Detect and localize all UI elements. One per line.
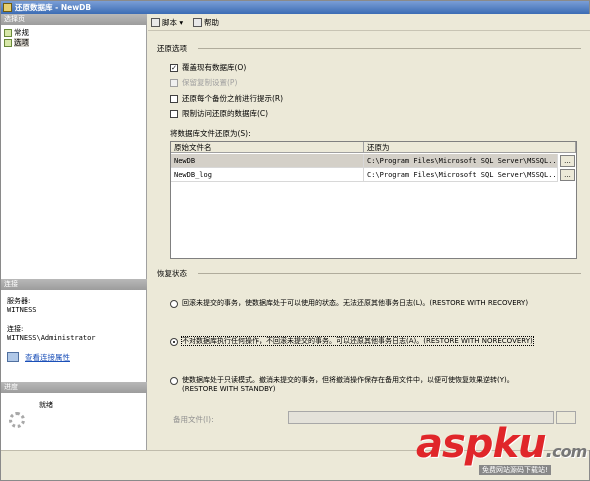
watermark-asp: asp [416,421,493,467]
checkbox-label: 限制访问还原的数据库(C) [182,109,269,118]
progress-spinner-icon [9,412,25,428]
restrict-access-checkbox[interactable]: 限制访问还原的数据库(C) [170,109,268,119]
radio-button[interactable] [170,377,178,385]
watermark-com: com [552,442,587,461]
server-value: WITNESS [7,306,37,314]
script-icon [151,18,160,27]
server-label: 服务器: [7,297,31,305]
page-icon [4,29,12,37]
page-icon [4,39,12,47]
checkbox-box[interactable] [170,95,178,103]
restore-options-title: 还原选项 [157,44,187,53]
watermark-logo: aspku.com [416,421,587,467]
radio-label: 回滚未提交的事务，使数据库处于可以使用的状态。无法还原其他事务日志(L)。(RE… [182,299,529,307]
restore-database-window: 还原数据库 - NewDB 选择页 常规 选项 连接 服务器: WITNESS … [0,0,590,481]
restore-files-label: 将数据库文件还原为(S): [170,129,251,138]
restore-with-norecovery-radio[interactable]: 不对数据库执行任何操作，不回滚未提交的事务。可以还原其他事务日志(A)。(RES… [170,336,534,346]
help-label: 帮助 [204,18,219,27]
radio-label-line2: (RESTORE WITH STANDBY) [182,385,276,393]
checkbox-box[interactable]: ✓ [170,64,178,72]
restore-with-recovery-radio[interactable]: 回滚未提交的事务，使数据库处于可以使用的状态。无法还原其他事务日志(L)。(RE… [170,299,528,308]
database-icon [3,3,12,12]
progress-header: 进度 [1,382,147,393]
restore-with-standby-radio[interactable]: 使数据库处于只读模式。撤消未提交的事务，但将撤消操作保存在备用文件中，以便可使恢… [170,376,514,394]
browse-button[interactable]: ... [560,169,575,181]
browse-button[interactable]: ... [560,155,575,167]
recovery-state-title: 恢复状态 [157,269,187,278]
connection-header: 连接 [1,279,147,290]
overwrite-database-checkbox[interactable]: ✓ 覆盖现有数据库(O) [170,63,246,73]
watermark-ku: ku [492,421,546,467]
title-bar[interactable]: 还原数据库 - NewDB [1,1,589,14]
radio-button[interactable] [170,338,178,346]
connection-properties-icon [7,352,19,362]
toolbar: 脚本 ▾ 帮助 [148,14,590,31]
page-item-label: 选项 [14,38,29,47]
checkbox-box[interactable] [170,110,178,118]
grid-header-restore-as: 还原为 [364,142,576,153]
table-cell-restore-as[interactable]: C:\Program Files\Microsoft SQL Server\MS… [364,154,558,168]
checkbox-label: 保留复制设置(P) [182,78,238,87]
watermark-slogan: 免费网站源码下载站! [479,465,551,475]
prompt-before-restore-checkbox[interactable]: 还原每个备份之前进行提示(R) [170,94,283,104]
table-cell-original: NewDB_log [171,168,364,182]
checkbox-label: 覆盖现有数据库(O) [182,63,247,72]
help-button[interactable]: 帮助 [193,17,219,28]
group-divider [198,48,581,49]
checkbox-box[interactable] [170,79,178,87]
options-pane: 脚本 ▾ 帮助 还原选项 ✓ 覆盖现有数据库(O) 保留复制设置(P) 还原每个… [148,14,590,450]
connection-label: 连接: [7,325,24,333]
table-cell-original: NewDB [171,154,364,168]
group-divider [198,273,581,274]
restore-files-grid: 原始文件名 还原为 NewDB C:\Program Files\Microso… [170,141,577,259]
window-title: 还原数据库 - NewDB [15,3,92,12]
left-pane: 选择页 常规 选项 连接 服务器: WITNESS 连接: WITNESS\Ad… [1,14,147,450]
radio-label: 不对数据库执行任何操作，不回滚未提交的事务。可以还原其他事务日志(A)。(RES… [181,336,534,346]
connection-value: WITNESS\Administrator [7,334,96,342]
table-cell-restore-as[interactable]: C:\Program Files\Microsoft SQL Server\MS… [364,168,558,182]
script-button[interactable]: 脚本 ▾ [151,17,183,28]
page-item-label: 常规 [14,28,29,37]
checkbox-label: 还原每个备份之前进行提示(R) [182,94,284,103]
radio-button[interactable] [170,300,178,308]
radio-label: 使数据库处于只读模式。撤消未提交的事务，但将撤消操作保存在备用文件中，以便可使恢… [182,376,514,384]
standby-file-label: 备用文件(I): [173,415,214,424]
progress-status: 就绪 [39,401,53,409]
page-item-options[interactable]: 选项 [4,38,29,48]
grid-header-original: 原始文件名 [171,142,364,153]
view-connection-properties-link[interactable]: 查看连接属性 [25,352,70,363]
script-label: 脚本 [162,18,177,27]
select-page-header: 选择页 [1,14,147,25]
page-item-general[interactable]: 常规 [4,28,29,38]
preserve-replication-checkbox[interactable]: 保留复制设置(P) [170,78,237,88]
help-icon [193,18,202,27]
chevron-down-icon: ▾ [179,18,184,27]
